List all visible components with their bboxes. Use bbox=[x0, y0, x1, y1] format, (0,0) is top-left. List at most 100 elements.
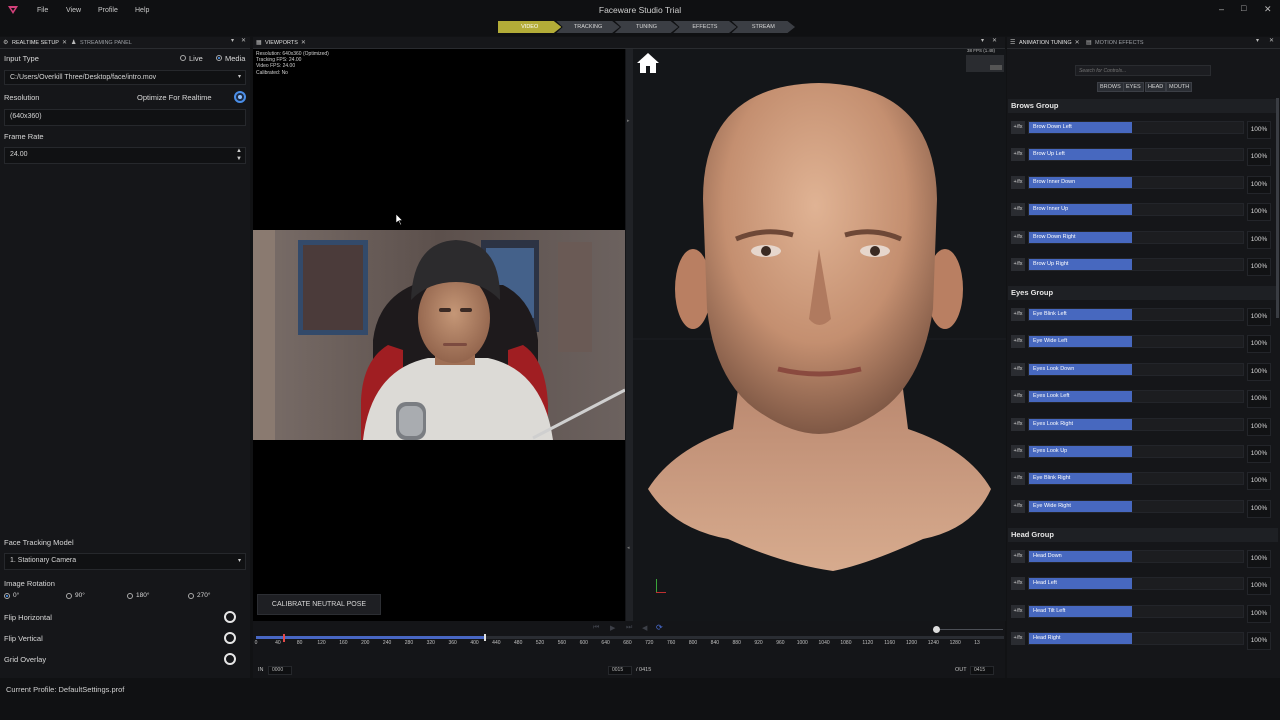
control-slider[interactable]: Eye Wide Right bbox=[1028, 499, 1244, 513]
control-slider[interactable]: Brow Inner Up bbox=[1028, 203, 1244, 217]
control-value[interactable]: 100% bbox=[1247, 308, 1271, 326]
control-slider[interactable]: Brow Inner Down bbox=[1028, 175, 1244, 189]
loop-icon[interactable]: ⟳ bbox=[656, 623, 663, 632]
control-slider[interactable]: Head Down bbox=[1028, 550, 1244, 563]
stage-tuning[interactable]: TUNING bbox=[614, 21, 679, 33]
tracking-model-dropdown[interactable]: 1. Stationary Camera ▾ bbox=[4, 553, 246, 570]
fx-button[interactable]: +/fx bbox=[1011, 148, 1025, 162]
frame-rate-field[interactable]: 24.00 ▲ ▼ bbox=[4, 147, 246, 164]
control-value[interactable]: 100% bbox=[1247, 472, 1271, 491]
fx-button[interactable]: +/fx bbox=[1011, 499, 1025, 513]
viewport-splitter[interactable] bbox=[626, 49, 633, 621]
fx-button[interactable]: +/fx bbox=[1011, 230, 1025, 244]
right-panel-scrollbar[interactable] bbox=[1276, 98, 1279, 318]
zoom-slider[interactable] bbox=[933, 629, 1003, 630]
fx-button[interactable]: +/fx bbox=[1011, 308, 1025, 321]
collapse-arrow-icon[interactable]: ▸ bbox=[627, 118, 630, 124]
timeline-track[interactable] bbox=[256, 634, 1004, 642]
group-header[interactable]: Brows Group bbox=[1008, 99, 1278, 113]
stage-video[interactable]: VIDEO bbox=[498, 21, 562, 33]
stage-tracking[interactable]: TRACKING bbox=[556, 21, 620, 33]
search-controls-input[interactable] bbox=[1075, 65, 1211, 76]
control-value[interactable]: 100% bbox=[1247, 258, 1271, 276]
control-value[interactable]: 100% bbox=[1247, 417, 1271, 436]
control-slider[interactable]: Brow Up Right bbox=[1028, 258, 1244, 271]
control-value[interactable]: 100% bbox=[1247, 550, 1271, 568]
tab-viewports[interactable]: ▦ VIEWPORTS ✕ bbox=[255, 37, 306, 49]
fx-button[interactable]: +/fx bbox=[1011, 121, 1025, 134]
control-slider[interactable]: Brow Down Right bbox=[1028, 230, 1244, 244]
control-value[interactable]: 100% bbox=[1247, 577, 1271, 596]
menu-view[interactable]: View bbox=[66, 7, 81, 14]
range-end-handle[interactable] bbox=[484, 634, 487, 641]
control-slider[interactable]: Brow Up Left bbox=[1028, 148, 1244, 162]
control-slider[interactable]: Eye Wide Left bbox=[1028, 335, 1244, 349]
control-slider[interactable]: Head Right bbox=[1028, 632, 1244, 646]
control-value[interactable]: 100% bbox=[1247, 362, 1271, 381]
3d-character-render[interactable] bbox=[633, 49, 1006, 621]
fx-button[interactable]: +/fx bbox=[1011, 550, 1025, 563]
control-slider[interactable]: Brow Down Left bbox=[1028, 121, 1244, 134]
group-header[interactable]: Eyes Group bbox=[1008, 286, 1278, 300]
resolution-field[interactable]: (640x360) bbox=[4, 109, 246, 126]
control-value[interactable]: 100% bbox=[1247, 632, 1271, 651]
play-icon[interactable]: ▶ bbox=[610, 624, 615, 632]
close-tab-icon[interactable]: ✕ bbox=[301, 40, 306, 46]
maximize-icon[interactable]: □ bbox=[1241, 3, 1246, 13]
menu-help[interactable]: Help bbox=[135, 7, 149, 14]
control-value[interactable]: 100% bbox=[1247, 148, 1271, 167]
zoom-slider-handle[interactable] bbox=[933, 626, 940, 633]
live-radio[interactable] bbox=[180, 55, 186, 61]
fx-button[interactable]: +/fx bbox=[1011, 258, 1025, 271]
control-value[interactable]: 100% bbox=[1247, 121, 1271, 139]
fx-button[interactable]: +/fx bbox=[1011, 604, 1025, 618]
control-slider[interactable]: Eye Blink Right bbox=[1028, 472, 1244, 486]
fx-button[interactable]: +/fx bbox=[1011, 632, 1025, 646]
control-value[interactable]: 100% bbox=[1247, 175, 1271, 194]
tab-realtime-setup[interactable]: ⚙ REALTIME SETUP ✕ bbox=[2, 37, 67, 49]
control-value[interactable]: 100% bbox=[1247, 230, 1271, 249]
menu-file[interactable]: File bbox=[37, 7, 48, 14]
filter-brows-button[interactable]: BROWS bbox=[1097, 82, 1124, 92]
panel-close-icon[interactable]: ✕ bbox=[992, 37, 997, 44]
grid-overlay-toggle[interactable] bbox=[224, 653, 236, 665]
minimize-icon[interactable]: – bbox=[1219, 4, 1224, 14]
control-value[interactable]: 100% bbox=[1247, 445, 1271, 463]
control-value[interactable]: 100% bbox=[1247, 335, 1271, 354]
fx-button[interactable]: +/fx bbox=[1011, 577, 1025, 591]
fx-button[interactable]: +/fx bbox=[1011, 445, 1025, 458]
rotation-180-radio[interactable] bbox=[127, 593, 133, 599]
panel-menu-icon[interactable]: ▾ bbox=[1256, 37, 1259, 44]
fx-button[interactable]: +/fx bbox=[1011, 335, 1025, 349]
stage-stream[interactable]: STREAM bbox=[731, 21, 796, 33]
calibrate-neutral-pose-button[interactable]: CALIBRATE NEUTRAL POSE bbox=[257, 594, 381, 615]
playhead[interactable] bbox=[282, 634, 285, 642]
close-tab-icon[interactable]: ✕ bbox=[62, 40, 67, 46]
filter-head-button[interactable]: HEAD bbox=[1145, 82, 1167, 92]
control-value[interactable]: 100% bbox=[1247, 604, 1271, 623]
control-slider[interactable]: Eyes Look Left bbox=[1028, 390, 1244, 404]
fx-button[interactable]: +/fx bbox=[1011, 417, 1025, 431]
control-slider[interactable]: Head Tilt Left bbox=[1028, 604, 1244, 618]
optimize-toggle[interactable] bbox=[234, 91, 246, 103]
fx-button[interactable]: +/fx bbox=[1011, 362, 1025, 376]
home-icon[interactable] bbox=[636, 51, 660, 75]
skip-back-icon[interactable]: ⏮ bbox=[593, 624, 599, 632]
menu-profile[interactable]: Profile bbox=[98, 7, 118, 14]
decrement-icon[interactable]: ▼ bbox=[236, 153, 242, 166]
panel-menu-icon[interactable]: ▾ bbox=[981, 37, 984, 44]
skip-forward-icon[interactable]: ⏭ bbox=[626, 624, 632, 632]
fx-button[interactable]: +/fx bbox=[1011, 472, 1025, 486]
fx-button[interactable]: +/fx bbox=[1011, 203, 1025, 217]
close-tab-icon[interactable]: ✕ bbox=[1075, 40, 1080, 46]
current-frame-field[interactable]: 0015 bbox=[608, 666, 632, 675]
rotation-270-radio[interactable] bbox=[188, 593, 194, 599]
close-icon[interactable]: ✕ bbox=[1264, 4, 1272, 15]
in-field[interactable]: 0000 bbox=[268, 666, 292, 675]
control-value[interactable]: 100% bbox=[1247, 203, 1271, 222]
flip-vertical-toggle[interactable] bbox=[224, 632, 236, 644]
control-slider[interactable]: Eyes Look Down bbox=[1028, 362, 1244, 376]
tab-streaming-panel[interactable]: ♟ STREAMING PANEL bbox=[70, 37, 132, 49]
stage-effects[interactable]: EFFECTS bbox=[673, 21, 737, 33]
step-back-icon[interactable]: ◀ bbox=[642, 624, 647, 632]
